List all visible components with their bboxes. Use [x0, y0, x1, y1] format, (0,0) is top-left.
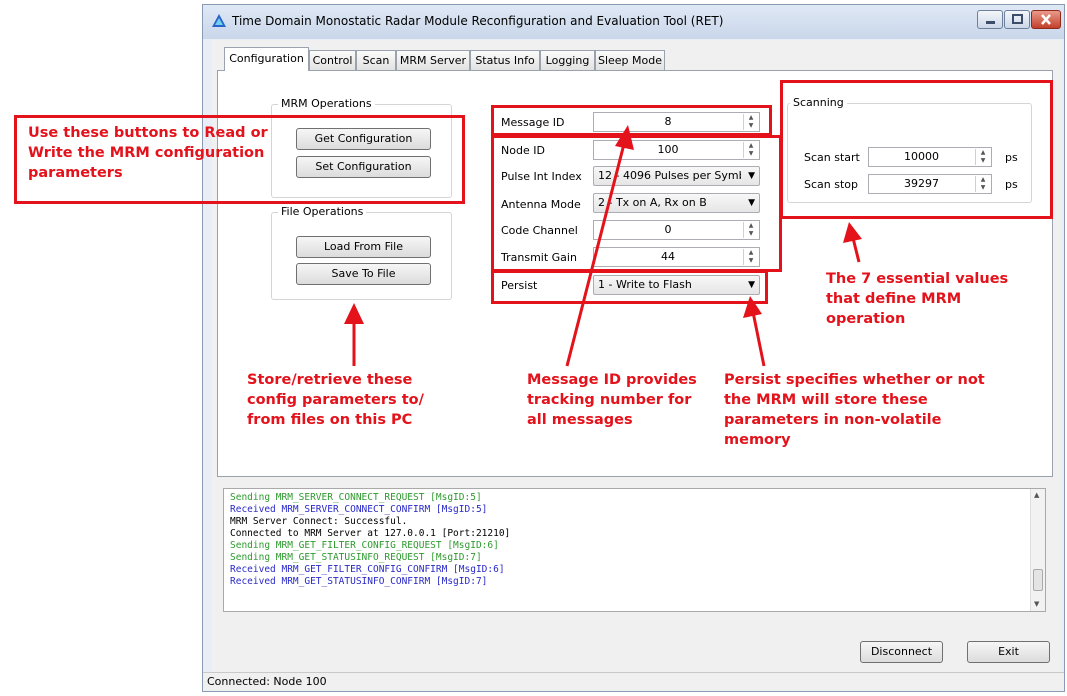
annotation-line: all messages — [527, 412, 633, 428]
log-line: Sending MRM_GET_STATUSINFO_REQUEST [MsgI… — [230, 552, 482, 563]
message-log[interactable]: Sending MRM_SERVER_CONNECT_REQUEST [MsgI… — [223, 488, 1046, 612]
annotation-line: Write the MRM configuration — [28, 145, 265, 161]
log-line: Received MRM_GET_STATUSINFO_CONFIRM [Msg… — [230, 576, 488, 587]
annotation-line: from files on this PC — [247, 412, 413, 428]
annotation-files: Store/retrieve these config parameters t… — [247, 370, 424, 430]
log-line: Sending MRM_SERVER_CONNECT_REQUEST [MsgI… — [230, 492, 482, 503]
annotation-line: the MRM will store these — [724, 392, 928, 408]
scroll-down-icon[interactable]: ▼ — [1034, 600, 1039, 608]
annotation-line: The 7 essential values — [826, 271, 1009, 287]
annotation-essential: The 7 essential values that define MRM o… — [826, 269, 1008, 329]
scroll-up-icon[interactable]: ▲ — [1034, 491, 1039, 499]
exit-button[interactable]: Exit — [967, 641, 1050, 663]
arrow-to-scanning — [843, 222, 862, 263]
annotation-line: that define MRM — [826, 291, 962, 307]
disconnect-button[interactable]: Disconnect — [860, 641, 943, 663]
annotation-line: Persist specifies whether or not — [724, 372, 985, 388]
log-line: MRM Server Connect: Successful. — [230, 516, 408, 527]
annotation-line: operation — [826, 311, 906, 327]
log-line: Connected to MRM Server at 127.0.0.1 [Po… — [230, 528, 511, 539]
log-line: Sending MRM_GET_FILTER_CONFIG_REQUEST [M… — [230, 540, 499, 551]
annotation-line: Use these buttons to Read or — [28, 125, 268, 141]
tab-configuration[interactable]: Configuration — [224, 47, 309, 71]
annotation-persist: Persist specifies whether or not the MRM… — [724, 370, 985, 450]
arrow-to-message-id — [565, 125, 634, 367]
log-scrollbar[interactable]: ▲ ▼ — [1030, 489, 1045, 611]
annotation-buttons: Use these buttons to Read or Write the M… — [28, 123, 268, 183]
annotation-line: parameters in non-volatile — [724, 412, 942, 428]
annotation-line: parameters — [28, 165, 123, 181]
arrow-to-file-buttons — [344, 303, 364, 366]
log-line: Received MRM_SERVER_CONNECT_CONFIRM [Msg… — [230, 504, 488, 515]
annotation-line: Message ID provides — [527, 372, 697, 388]
status-bar — [203, 672, 1064, 691]
log-line: Received MRM_GET_FILTER_CONFIG_CONFIRM [… — [230, 564, 505, 575]
status-text: Connected: Node 100 — [207, 675, 327, 688]
annotation-line: tracking number for — [527, 392, 692, 408]
annotation-line: config parameters to/ — [247, 392, 424, 408]
annotation-message-id: Message ID provides tracking number for … — [527, 370, 697, 430]
arrow-to-persist — [743, 296, 766, 367]
annotation-line: memory — [724, 432, 791, 448]
annotation-line: Store/retrieve these — [247, 372, 413, 388]
scroll-thumb[interactable] — [1033, 569, 1043, 591]
